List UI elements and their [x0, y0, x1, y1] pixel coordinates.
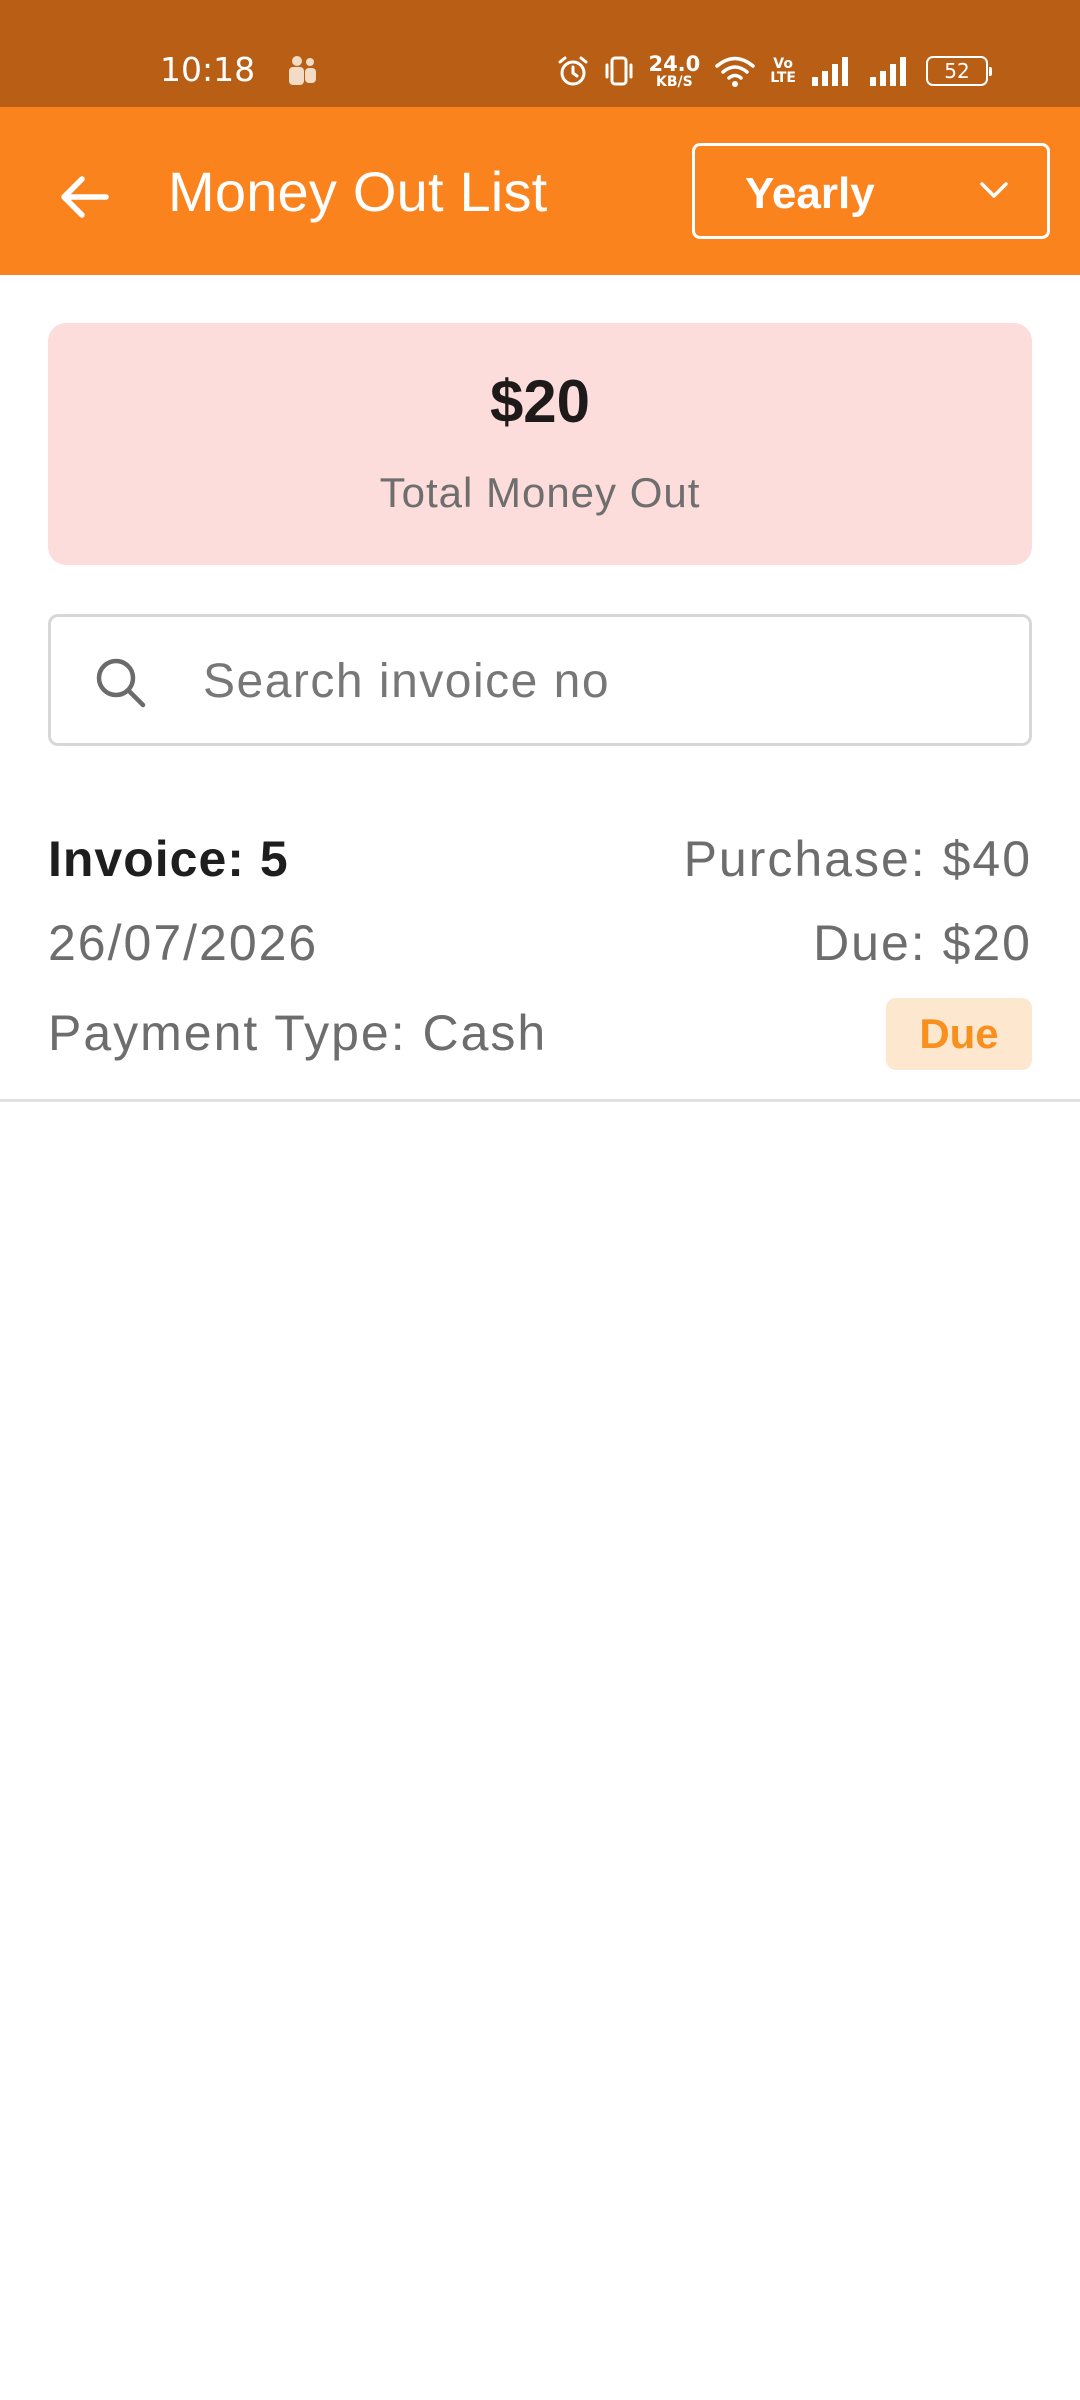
battery-icon: 52: [926, 56, 992, 86]
invoice-due-amount: Due: $20: [813, 915, 1032, 971]
invoice-purchase-amount: Purchase: $40: [683, 831, 1032, 887]
signal-icon: [812, 57, 848, 86]
invoice-date: 26/07/2026: [48, 915, 319, 971]
volte-top: Vo: [773, 56, 793, 72]
invoice-payment-type: Payment Type: Cash: [48, 1005, 548, 1061]
net-speed: 24.0 KB/S: [648, 51, 701, 90]
page-title: Money Out List: [168, 160, 548, 223]
search-icon: [96, 658, 146, 708]
total-label: Total Money Out: [379, 469, 701, 516]
teams-icon: [289, 56, 316, 85]
total-amount: $20: [489, 368, 591, 435]
status-icons: 24.0 KB/S Vo LTE 52: [556, 48, 992, 94]
vibrate-icon: [605, 56, 633, 86]
chevron-down-icon: [980, 182, 1008, 198]
status-bar: 10:18 24.0 KB/S Vo LTE 52: [0, 0, 1080, 107]
status-time: 10:18: [160, 50, 256, 89]
app-bar: Money Out List Yearly: [0, 107, 1080, 275]
period-selected-value: Yearly: [745, 169, 875, 218]
invoice-number: Invoice: 5: [48, 831, 289, 887]
back-arrow-icon: [61, 176, 109, 218]
net-speed-value: 24.0: [648, 51, 701, 76]
volte-icon: Vo LTE: [770, 57, 796, 85]
net-speed-unit: KB/S: [656, 73, 693, 90]
alarm-icon: [558, 56, 588, 86]
volte-bottom: LTE: [770, 70, 796, 86]
summary-card: $20 Total Money Out: [48, 323, 1032, 565]
status-badge: Due: [886, 998, 1032, 1070]
search-input[interactable]: [203, 637, 1003, 725]
back-button[interactable]: [48, 161, 120, 233]
invoice-list-item[interactable]: Invoice: 5 26/07/2026 Payment Type: Cash…: [0, 800, 1080, 1102]
signal-icon: [870, 57, 906, 86]
battery-level: 52: [944, 59, 970, 83]
search-box[interactable]: [48, 614, 1032, 746]
period-dropdown[interactable]: Yearly: [692, 143, 1050, 239]
wifi-icon: [715, 56, 756, 87]
